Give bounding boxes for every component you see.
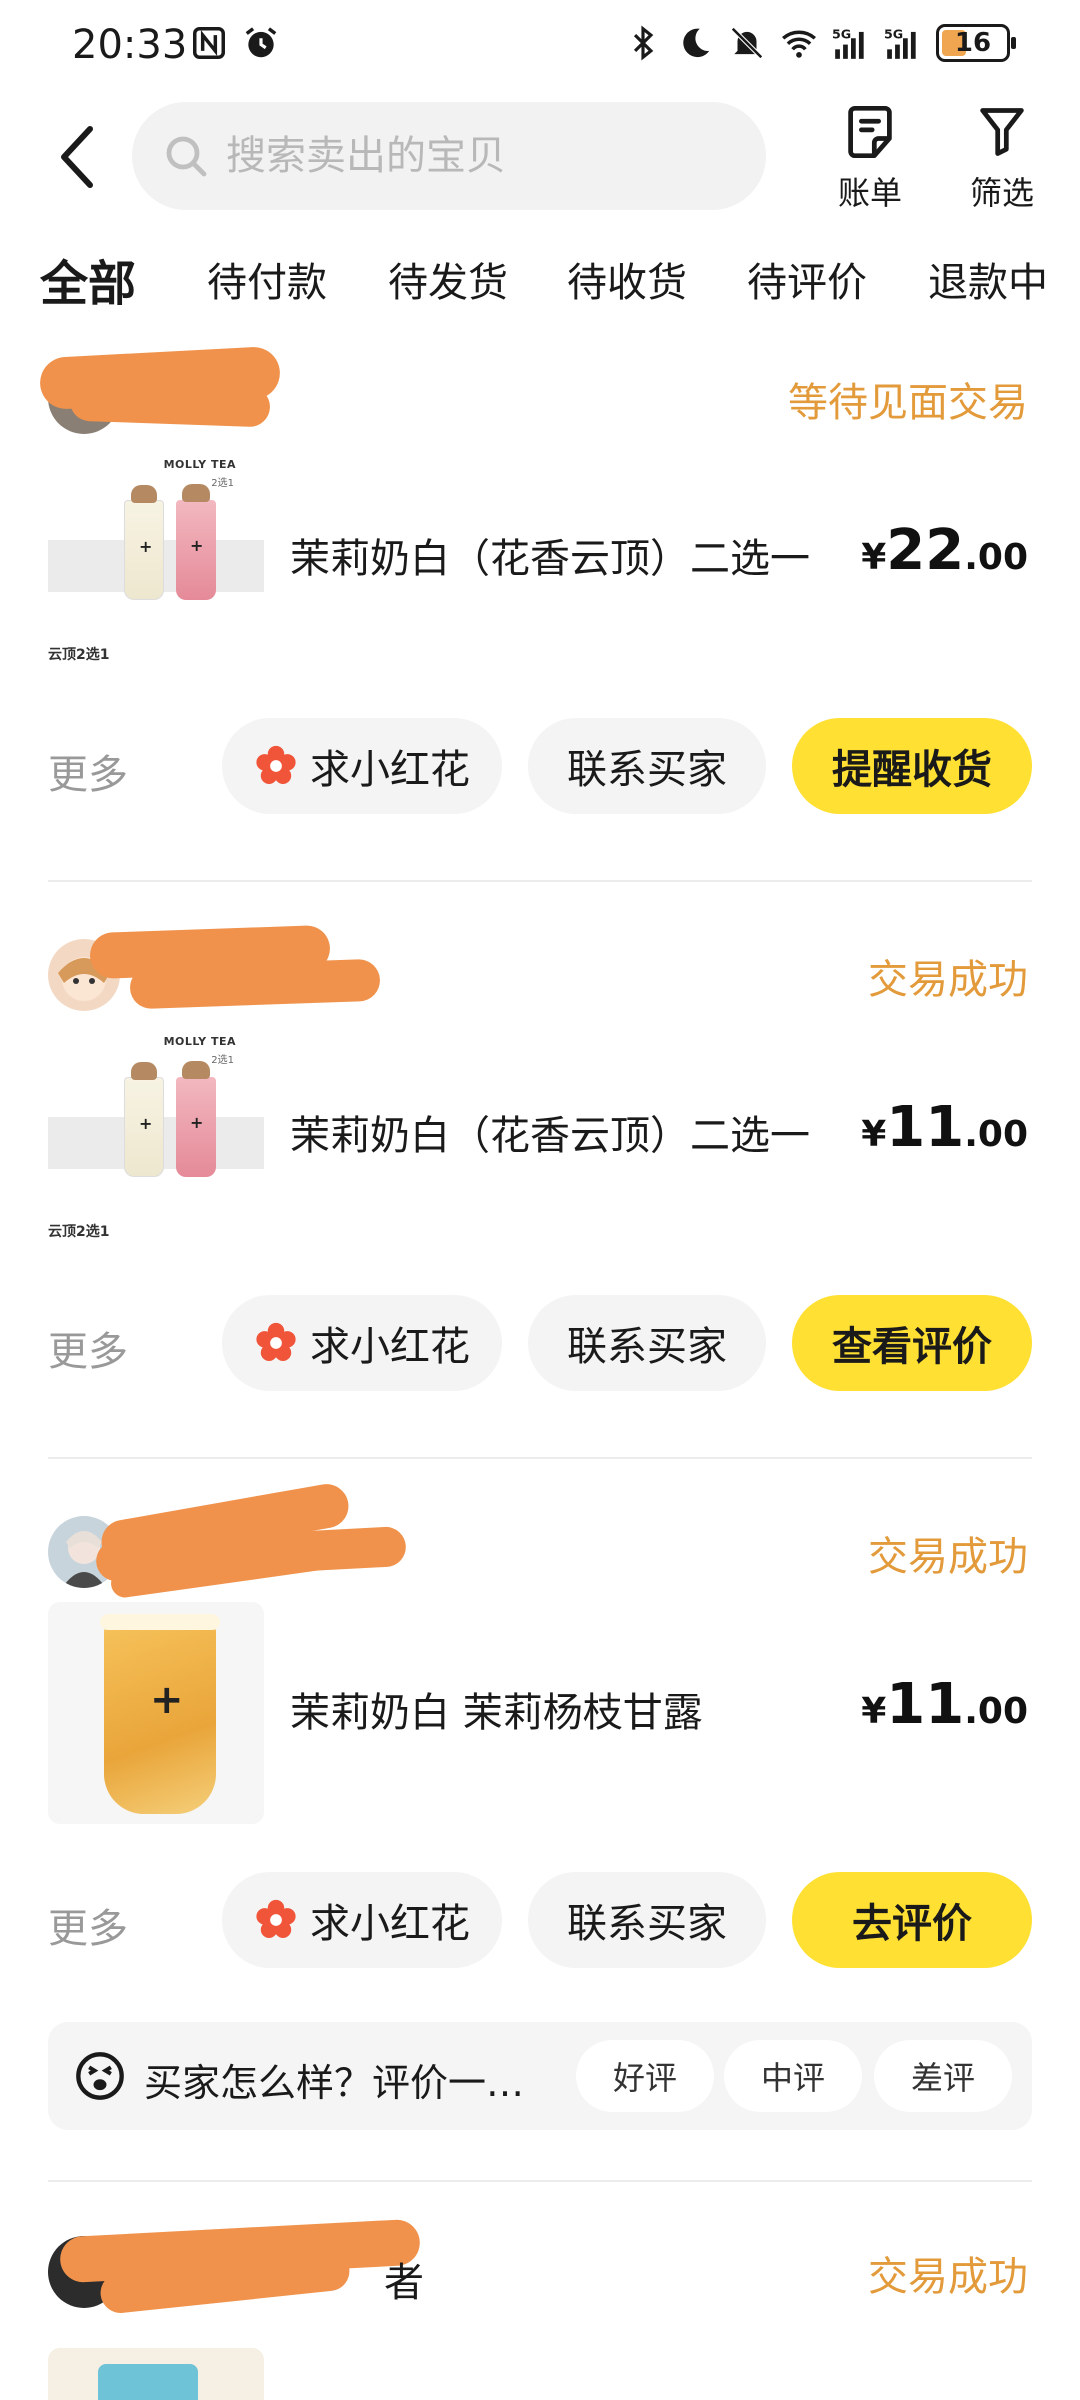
svg-text:5G: 5G	[832, 26, 851, 41]
rate-buyer-prompt: 买家怎么样？评价一… 好评 中评 差评	[48, 2022, 1032, 2130]
nfc-icon	[193, 27, 225, 59]
search-icon	[166, 136, 207, 177]
thumb-tag: 云顶2选1	[48, 1224, 110, 1240]
back-button[interactable]	[48, 122, 108, 192]
chevron-left-icon	[61, 126, 93, 188]
svg-text:5G: 5G	[884, 26, 903, 41]
remind-receipt-button[interactable]: 提醒收货	[792, 718, 1032, 814]
product-row[interactable]: + 茉莉奶白 茉莉杨枝甘露 ¥11.00	[0, 1602, 1080, 1842]
top-header: 账单 筛选	[0, 100, 1080, 220]
battery-icon: 16	[936, 24, 1016, 62]
product-thumbnail[interactable]: +	[48, 1602, 264, 1824]
order-actions: 更多 求小红花 联系买家 提醒收货	[0, 716, 1080, 816]
tab-refunding[interactable]: 退款中	[928, 250, 1048, 308]
thumb-brand-sub: 2选1	[211, 1055, 234, 1066]
drink-cup-image: +	[100, 1614, 220, 1814]
order-header[interactable]: 交易成功	[0, 917, 1080, 1017]
divider	[48, 2180, 1032, 2182]
tab-pending-shipment[interactable]: 待发货	[388, 250, 508, 308]
product-row[interactable]: MOLLY TEA 2选1 + + 云顶2选1 茉莉奶白（花香云顶）二选一 ¥2…	[0, 448, 1080, 688]
order-header[interactable]: 等待见面交易	[0, 340, 1080, 440]
red-flower-icon	[256, 1322, 296, 1361]
filter-icon	[980, 108, 1024, 156]
order-status: 交易成功	[868, 1534, 1028, 1580]
order-tabs: 全部 待付款 待发货 待收货 待评价 退款中	[0, 250, 1080, 320]
more-button[interactable]: 更多	[48, 742, 128, 800]
write-review-button[interactable]: 去评价	[792, 1872, 1032, 1968]
thumb-brand-sub: 2选1	[211, 478, 234, 489]
product-price: ¥22.00	[861, 518, 1028, 583]
bill-label: 账单	[837, 174, 902, 212]
drink-cup-image: +	[124, 485, 164, 600]
product-title: 茉莉奶白 茉莉杨枝甘露	[290, 1690, 703, 1736]
buyer-name: 者	[384, 2260, 424, 2306]
drink-cup-image: +	[176, 1061, 216, 1177]
order-header[interactable]: 者 交易成功	[0, 2214, 1080, 2315]
search-box[interactable]	[132, 102, 766, 210]
status-icons-left	[190, 24, 280, 62]
moon-icon	[683, 28, 710, 58]
search-input[interactable]	[226, 133, 706, 179]
bill-icon	[848, 105, 892, 159]
product-price: ¥11.00	[861, 1095, 1028, 1160]
drink-cup-image: +	[124, 1062, 164, 1177]
more-button[interactable]: 更多	[48, 1896, 128, 1954]
order-header[interactable]: 交易成功	[0, 1480, 1080, 1600]
view-review-button[interactable]: 查看评价	[792, 1295, 1032, 1391]
product-thumbnail[interactable]: MOLLY TEA 2选1 + + 云顶2选1	[48, 448, 264, 670]
order-actions: 更多 求小红花 联系买家 去评价	[0, 1870, 1080, 1970]
product-title: 茉莉奶白（花香云顶）二选一	[290, 536, 810, 582]
more-button[interactable]: 更多	[48, 1319, 128, 1377]
product-thumbnail[interactable]	[48, 2348, 264, 2400]
product-title: 茉莉奶白（花香云顶）二选一	[290, 1113, 810, 1159]
contact-buyer-button[interactable]: 联系买家	[528, 1295, 766, 1391]
contact-buyer-button[interactable]: 联系买家	[528, 718, 766, 814]
bill-button[interactable]: 账单	[820, 100, 920, 214]
tab-pending-review[interactable]: 待评价	[747, 250, 867, 308]
product-thumbnail[interactable]: MOLLY TEA 2选1 + + 云顶2选1	[48, 1025, 264, 1247]
bad-review-button[interactable]: 差评	[874, 2040, 1012, 2112]
red-flower-icon	[256, 745, 296, 784]
bluetooth-icon	[633, 25, 654, 61]
ask-red-flower-button[interactable]: 求小红花	[222, 1295, 502, 1391]
mute-bell-icon	[731, 27, 763, 59]
wifi-icon	[782, 30, 816, 58]
divider	[48, 1457, 1032, 1459]
signal-5g-icon-2: 5G	[884, 26, 916, 59]
redaction-mark	[129, 958, 381, 1010]
thumb-brand: MOLLY TEA	[163, 1035, 236, 1048]
surprised-face-icon	[76, 2052, 124, 2100]
order-status: 等待见面交易	[788, 380, 1028, 426]
battery-level: 16	[954, 28, 992, 58]
thumb-tag: 云顶2选1	[48, 647, 110, 663]
neutral-review-button[interactable]: 中评	[724, 2040, 862, 2112]
product-row[interactable]: MOLLY TEA 2选1 + + 云顶2选1 茉莉奶白（花香云顶）二选一 ¥1…	[0, 1025, 1080, 1265]
filter-label: 筛选	[969, 174, 1034, 212]
drink-cup-image: +	[176, 484, 216, 600]
order-status: 交易成功	[868, 957, 1028, 1003]
contact-buyer-button[interactable]: 联系买家	[528, 1872, 766, 1968]
thumb-brand: MOLLY TEA	[163, 458, 236, 471]
tab-pending-payment[interactable]: 待付款	[207, 250, 327, 308]
order-status: 交易成功	[868, 2254, 1028, 2300]
redaction-mark	[69, 380, 271, 428]
ask-red-flower-button[interactable]: 求小红花	[222, 718, 502, 814]
order-actions: 更多 求小红花 联系买家 查看评价	[0, 1293, 1080, 1393]
tab-pending-receipt[interactable]: 待收货	[567, 250, 687, 308]
ask-red-flower-button[interactable]: 求小红花	[222, 1872, 502, 1968]
red-flower-icon	[256, 1899, 296, 1938]
status-icons-right: 5G 5G 16	[624, 24, 1016, 62]
status-time: 20:33	[72, 22, 188, 68]
signal-5g-icon: 5G	[832, 26, 864, 59]
status-bar: 20:33 5G 5G 16	[0, 0, 1080, 100]
alarm-icon	[245, 27, 277, 58]
product-price: ¥11.00	[861, 1672, 1028, 1737]
divider	[48, 880, 1032, 882]
good-review-button[interactable]: 好评	[576, 2040, 714, 2112]
filter-button[interactable]: 筛选	[952, 100, 1052, 214]
tab-all[interactable]: 全部	[36, 244, 141, 314]
rate-buyer-text: 买家怎么样？评价一…	[144, 2061, 525, 2105]
